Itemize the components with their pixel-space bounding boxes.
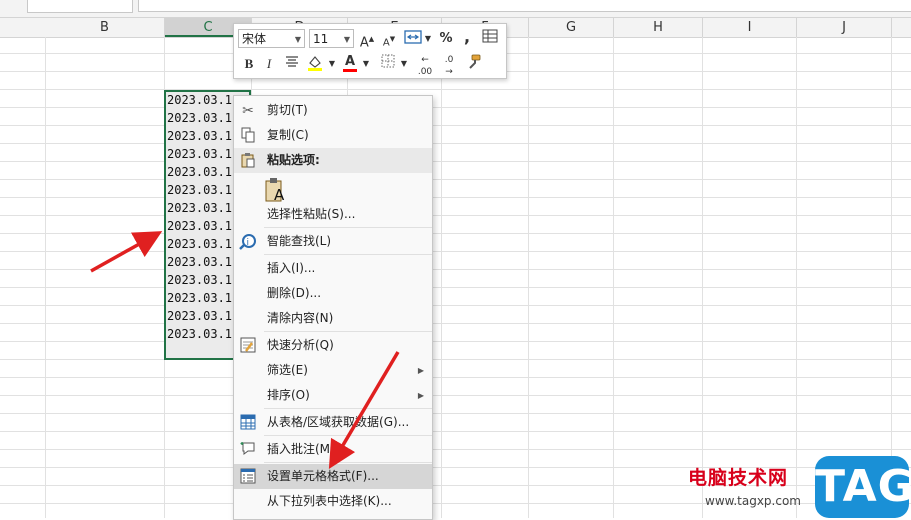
watermark-url: www.tagxp.com — [705, 494, 801, 508]
annotation-arrow-to-selection — [90, 231, 163, 273]
tag-logo: TAG — [815, 456, 911, 518]
annotation-arrows — [90, 231, 400, 470]
annotation-arrow-to-format-cells — [328, 351, 400, 470]
watermark-site-name: 电脑技术网 — [688, 467, 789, 489]
